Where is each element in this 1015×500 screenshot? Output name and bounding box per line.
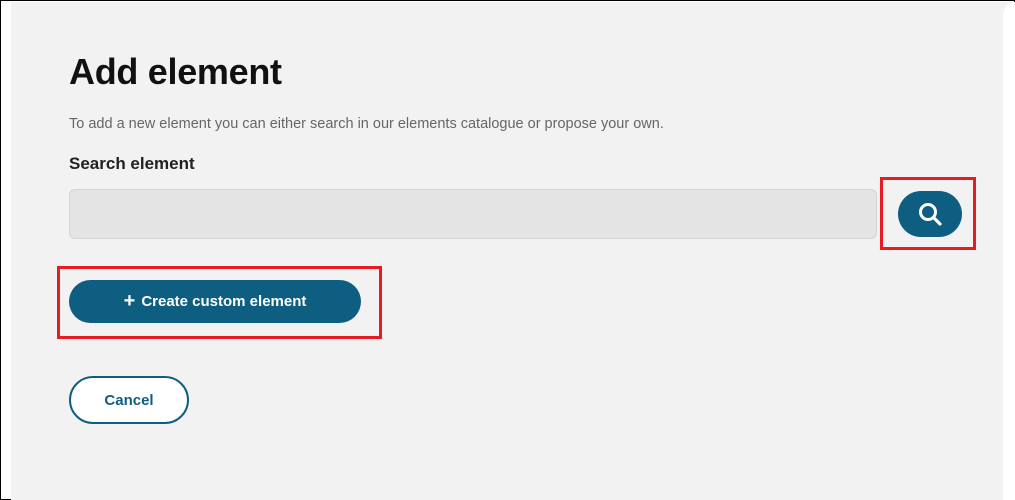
cancel-button[interactable]: Cancel	[69, 376, 189, 424]
page-description: To add a new element you can either sear…	[69, 116, 664, 132]
search-element-input[interactable]	[69, 189, 877, 239]
search-element-label: Search element	[69, 154, 195, 173]
page-title: Add element	[69, 51, 282, 92]
plus-icon: +	[123, 289, 136, 312]
search-button[interactable]	[898, 191, 962, 237]
search-icon	[919, 203, 942, 226]
create-custom-element-button[interactable]: + Create custom element	[69, 280, 361, 323]
panel-edge	[1003, 2, 1015, 500]
screenshot-frame: Add element To add a new element you can…	[0, 0, 1015, 500]
create-custom-element-label: Create custom element	[141, 293, 307, 310]
